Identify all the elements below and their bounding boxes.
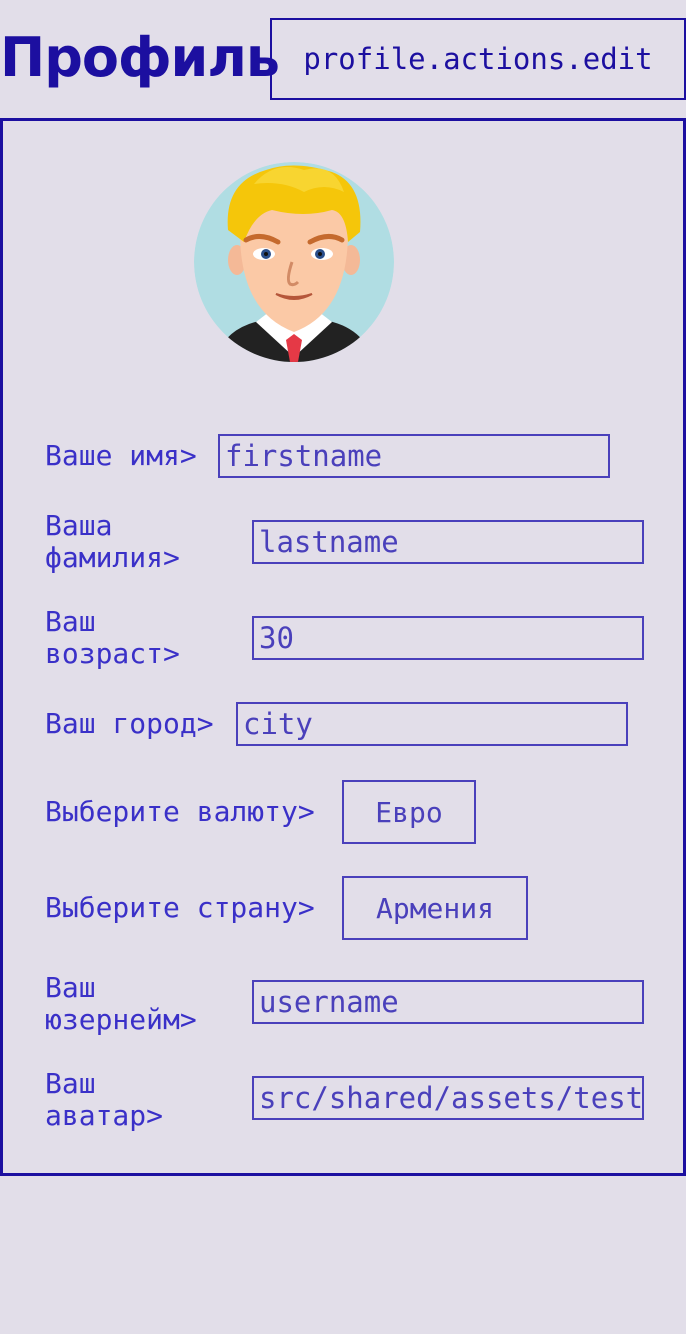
lastname-label-line2: фамилия>: [45, 541, 180, 574]
username-label-line2: юзернейм>: [45, 1003, 197, 1036]
city-label: Ваш город>: [45, 707, 214, 740]
avatar-url-input[interactable]: src/shared/assets/test: [252, 1076, 644, 1120]
currency-select[interactable]: Евро: [342, 780, 476, 844]
lastname-input[interactable]: lastname: [252, 520, 644, 564]
country-label: Выберите страну>: [45, 891, 315, 924]
firstname-label: Ваше имя>: [45, 439, 197, 472]
age-label-line1: Ваш: [45, 605, 96, 638]
edit-profile-button[interactable]: profile.actions.edit: [270, 18, 686, 100]
avatar-label-line1: Ваш: [45, 1067, 96, 1100]
avatar-icon: [194, 162, 394, 362]
username-input[interactable]: username: [252, 980, 644, 1024]
age-input[interactable]: 30: [252, 616, 644, 660]
country-select[interactable]: Армения: [342, 876, 528, 940]
currency-label: Выберите валюту>: [45, 795, 315, 828]
lastname-label-line1: Ваша: [45, 509, 113, 542]
age-label-line2: возраст>: [45, 637, 180, 670]
avatar-label-line2: аватар>: [45, 1099, 164, 1132]
firstname-input[interactable]: firstname: [218, 434, 610, 478]
city-input[interactable]: city: [236, 702, 628, 746]
page-title: Профиль: [0, 26, 280, 89]
username-label-line1: Ваш: [45, 971, 96, 1004]
